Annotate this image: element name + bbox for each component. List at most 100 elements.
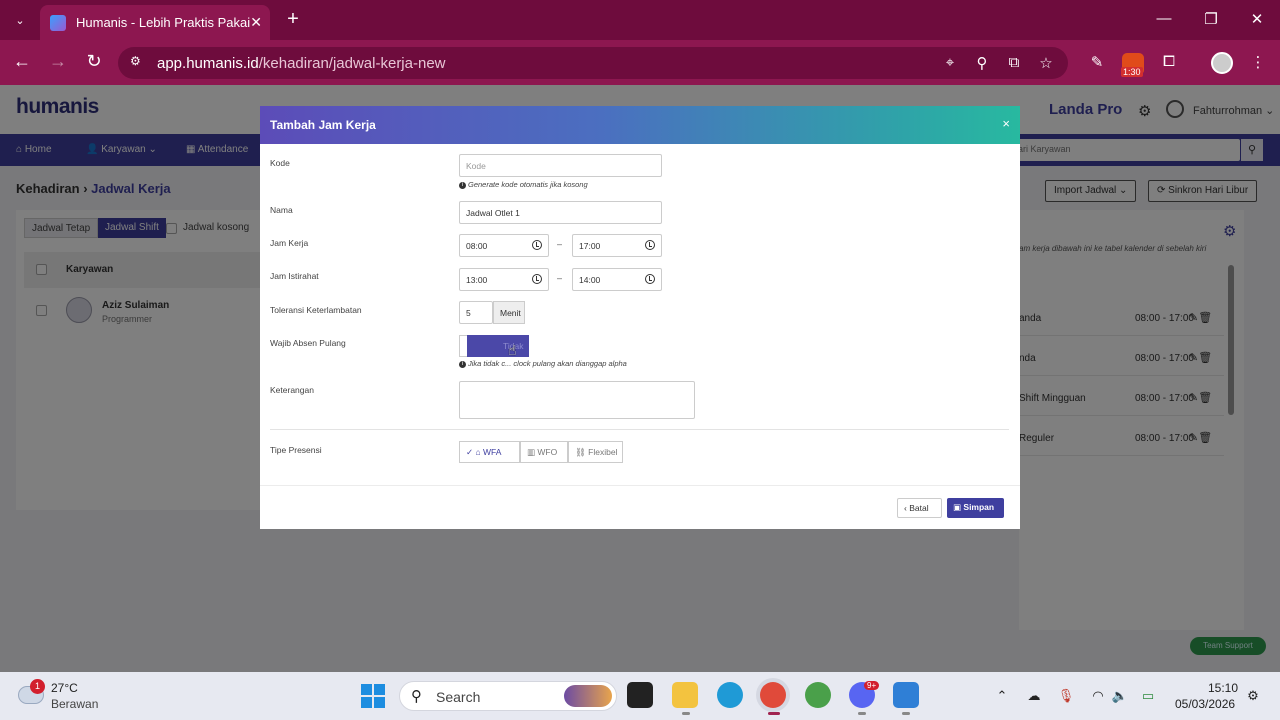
tab-search-icon[interactable]: ⌄: [8, 8, 32, 32]
clock-icon[interactable]: [645, 240, 655, 250]
jam-istirahat-start-input[interactable]: 13:00: [459, 268, 549, 291]
link-icon: ⛓: [575, 447, 589, 457]
forward-icon[interactable]: →: [46, 51, 70, 72]
browser-tab[interactable]: Humanis - Lebih Praktis Pakai H ✕: [40, 5, 270, 40]
task-view-icon[interactable]: [627, 682, 653, 708]
search-highlight-image: [564, 685, 612, 707]
file-explorer-icon[interactable]: [672, 682, 698, 708]
taskbar-time[interactable]: 15:10: [1208, 681, 1238, 695]
save-icon: ▣: [953, 502, 964, 512]
microphone-icon[interactable]: 🎙: [1056, 688, 1076, 704]
tipe-wfa-label: WFA: [482, 447, 502, 457]
back-icon[interactable]: ←: [10, 51, 34, 72]
url-path: /kehadiran/jadwal-kerja-new: [258, 55, 446, 72]
modal-title: Tambah Jam Kerja: [270, 118, 376, 132]
jam-kerja-end-value: 17:00: [579, 241, 601, 251]
web-page: humanis Landa Pro ⚙ Fahturrohman ⌄ ⌂ Hom…: [0, 85, 1280, 672]
chrome-alt-icon[interactable]: [805, 682, 831, 708]
weather-temp[interactable]: 27°C: [51, 681, 78, 695]
range-dash: –: [557, 239, 563, 249]
location-icon[interactable]: ⌖: [940, 54, 960, 71]
toleransi-input[interactable]: 5: [459, 301, 493, 324]
notepad-icon[interactable]: [893, 682, 919, 708]
jam-kerja-start-value: 08:00: [466, 241, 488, 251]
modal-close-icon[interactable]: ×: [1002, 116, 1010, 131]
taskbar-date[interactable]: 05/03/2026: [1175, 697, 1235, 711]
taskbar-search[interactable]: ⚲ Search: [399, 681, 617, 711]
taskbar-search-label: Search: [436, 689, 481, 705]
weather-condition[interactable]: Berawan: [51, 697, 98, 711]
onedrive-cloud-icon[interactable]: ☁: [1024, 688, 1044, 704]
reload-icon[interactable]: ↻: [82, 51, 106, 72]
humanis-favicon-icon: [50, 14, 66, 31]
info-icon: i: [459, 181, 466, 189]
maximize-button[interactable]: ❐: [1196, 10, 1226, 28]
minimize-button[interactable]: —: [1149, 10, 1179, 27]
divider: [270, 429, 1009, 430]
add-work-hours-modal: Tambah Jam Kerja × Kode Kode i Generate k…: [260, 106, 1020, 529]
weather-badge: 1: [30, 679, 45, 694]
keterangan-label: Keterangan: [270, 385, 314, 395]
building-icon: ▥: [527, 447, 538, 457]
wajib-help-text: Jika tidak c... clock pulang akan diangg…: [468, 359, 627, 368]
simpan-button[interactable]: ▣ Simpan: [947, 498, 1004, 518]
browser-menu-icon[interactable]: ⋮: [1247, 53, 1269, 75]
wifi-icon[interactable]: ◠: [1088, 688, 1108, 704]
tipe-presensi-label: Tipe Presensi: [270, 445, 322, 455]
discord-badge: 9+: [864, 681, 880, 690]
site-settings-icon[interactable]: ⚙: [130, 54, 146, 70]
install-app-icon[interactable]: ⧉: [1004, 54, 1024, 71]
zoom-icon[interactable]: ⚲: [972, 54, 992, 72]
wajib-tidak-button[interactable]: Tidak: [467, 335, 528, 357]
close-window-button[interactable]: ✕: [1242, 10, 1272, 28]
new-tab-button[interactable]: +: [282, 8, 304, 32]
jam-istirahat-end-value: 14:00: [579, 275, 601, 285]
check-icon: ✓ ⌂: [466, 447, 483, 457]
chrome-icon[interactable]: [760, 682, 786, 708]
tipe-wfa-option[interactable]: ✓ ⌂ WFA: [459, 441, 520, 463]
kode-help: i Generate kode otomatis jika kosong: [459, 180, 588, 189]
battery-icon[interactable]: ▭: [1138, 688, 1158, 704]
jam-istirahat-end-input[interactable]: 14:00: [572, 268, 662, 291]
clock-icon[interactable]: [532, 274, 542, 284]
nama-label: Nama: [270, 205, 293, 215]
tab-close-icon[interactable]: ✕: [250, 14, 262, 31]
extension-pen-icon[interactable]: ✎: [1086, 53, 1108, 75]
tray-chevron-up-icon[interactable]: ⌃: [992, 688, 1012, 704]
extension-timer-icon[interactable]: 1:30: [1121, 53, 1144, 77]
volume-icon[interactable]: 🔈: [1110, 688, 1130, 704]
url-host: app.humanis.id: [157, 55, 259, 72]
clock-icon[interactable]: [532, 240, 542, 250]
edge-icon[interactable]: [717, 682, 743, 708]
kode-help-text: Generate kode otomatis jika kosong: [468, 180, 588, 189]
clock-icon[interactable]: [645, 274, 655, 284]
jam-kerja-end-input[interactable]: 17:00: [572, 234, 662, 257]
mouse-pointer-icon: ☝: [508, 342, 517, 358]
range-dash: –: [557, 273, 563, 283]
tipe-wfo-label: WFO: [537, 447, 558, 457]
browser-tab-bar: ⌄ Humanis - Lebih Praktis Pakai H ✕ + — …: [0, 0, 1280, 40]
kode-input[interactable]: Kode: [459, 154, 662, 177]
profile-avatar[interactable]: [1211, 52, 1233, 74]
notification-icon[interactable]: ⚙: [1243, 688, 1263, 704]
batal-button[interactable]: ‹ Batal: [897, 498, 942, 518]
toleransi-label: Toleransi Keterlambatan: [270, 305, 362, 315]
tipe-flexibel-option[interactable]: ⛓ Flexibel: [568, 441, 623, 463]
tipe-wfo-option[interactable]: ▥ WFO: [520, 441, 568, 463]
jam-kerja-start-input[interactable]: 08:00: [459, 234, 549, 257]
toleransi-unit: Menit: [493, 301, 525, 324]
nama-input[interactable]: Jadwal Otlet 1: [459, 201, 662, 224]
keterangan-textarea[interactable]: [459, 381, 695, 419]
footer-divider: [260, 485, 1020, 486]
windows-start-icon[interactable]: [361, 684, 385, 708]
simpan-label: Simpan: [963, 502, 995, 512]
url-text[interactable]: app.humanis.id/kehadiran/jadwal-kerja-ne…: [157, 55, 446, 72]
kode-label: Kode: [270, 158, 290, 168]
extensions-puzzle-icon[interactable]: ⧠: [1158, 53, 1180, 75]
bookmark-star-icon[interactable]: ☆: [1036, 54, 1056, 72]
wajib-help: i Jika tidak c... clock pulang akan diang…: [459, 359, 627, 368]
batal-label: Batal: [909, 503, 929, 513]
running-indicator: [902, 712, 910, 715]
jam-kerja-label: Jam Kerja: [270, 238, 309, 248]
info-icon: i: [459, 360, 466, 368]
